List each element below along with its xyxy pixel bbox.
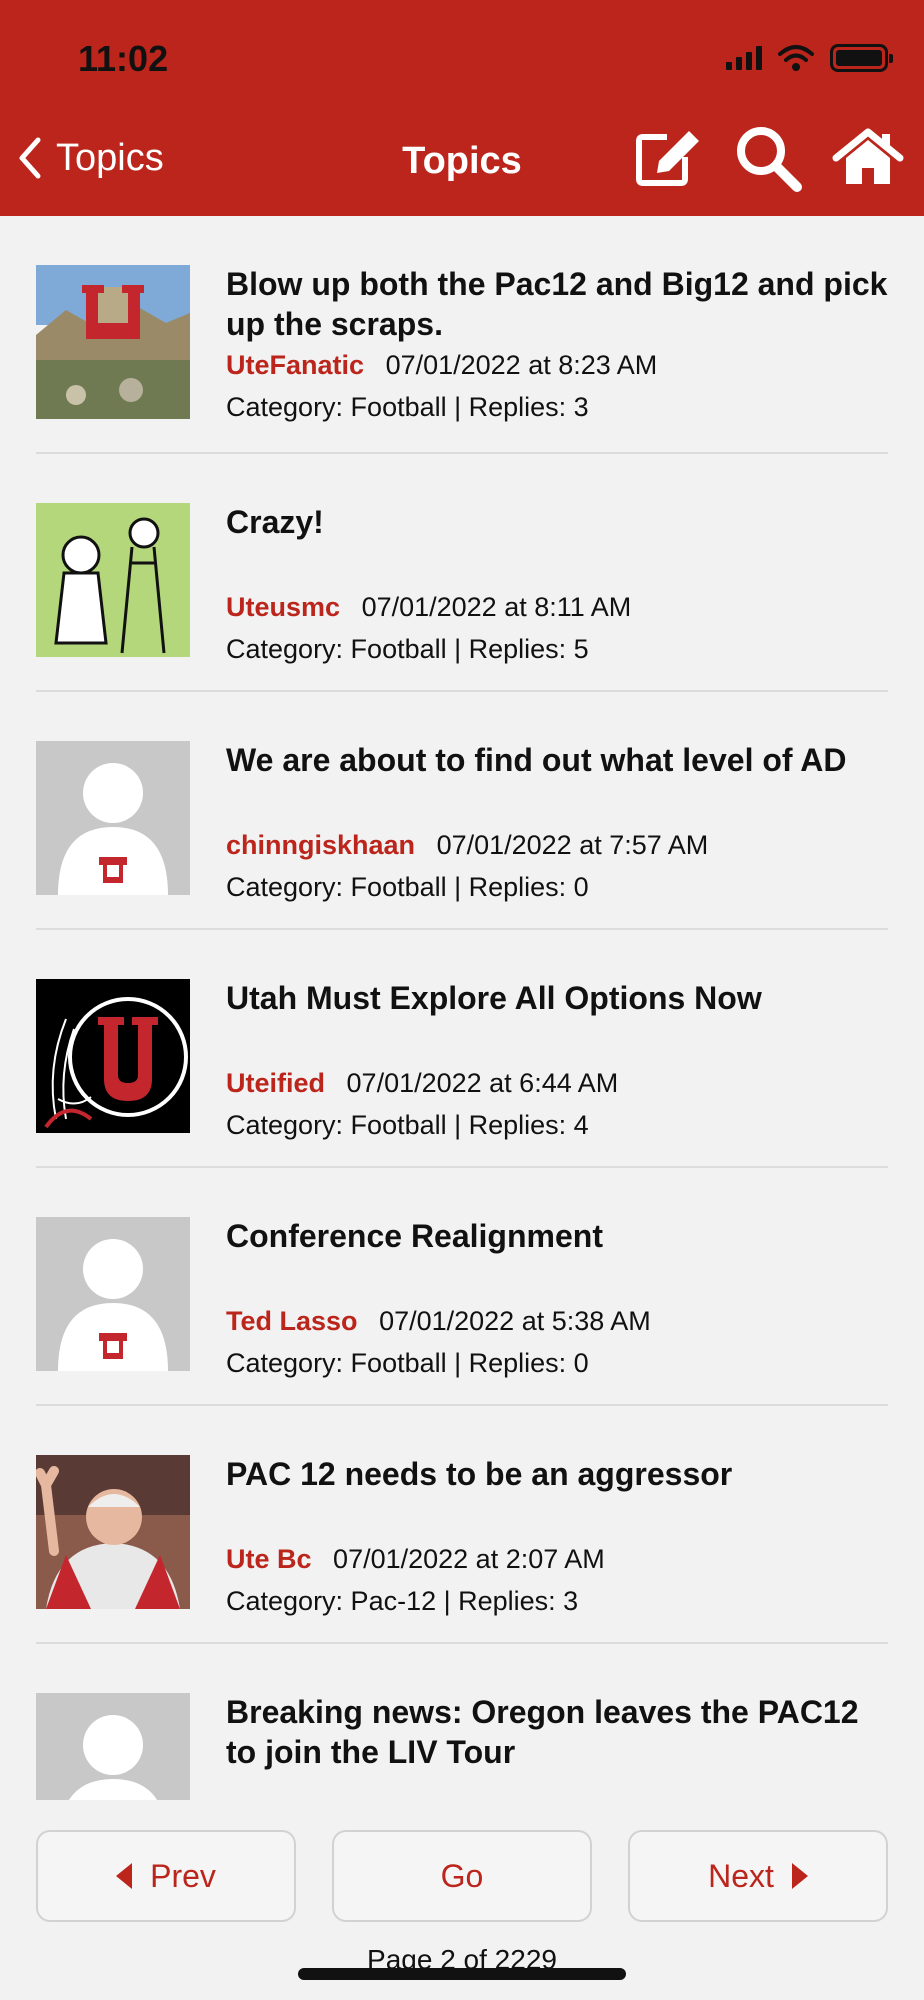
topic-date: 07/01/2022 at 7:57 AM	[436, 830, 709, 860]
search-icon	[737, 127, 802, 192]
avatar	[36, 503, 190, 657]
cellular-signal-icon	[726, 46, 762, 70]
go-button[interactable]: Go	[332, 1830, 592, 1922]
wifi-icon	[778, 45, 814, 71]
topic-author[interactable]: Ted Lasso	[226, 1306, 358, 1336]
topic-info: Category: Football | Replies: 0	[226, 1348, 589, 1378]
topic-info: Category: Football | Replies: 0	[226, 872, 589, 902]
nav-header: 11:02 Topics Topics	[0, 0, 924, 216]
topic-row[interactable]: Breaking news: Oregon leaves the PAC12 t…	[36, 1644, 888, 1800]
next-label: Next	[708, 1857, 774, 1894]
home-button[interactable]	[832, 122, 904, 194]
prev-button[interactable]: Prev	[36, 1830, 296, 1922]
topic-info: Category: Football | Replies: 3	[226, 392, 589, 422]
topic-author[interactable]: Uteusmc	[226, 592, 340, 622]
topic-date: 07/01/2022 at 5:38 AM	[379, 1306, 651, 1336]
topic-info: Category: Football | Replies: 5	[226, 634, 589, 664]
avatar	[36, 265, 190, 419]
topic-info: Category: Pac-12 | Replies: 3	[226, 1586, 579, 1616]
status-icons	[726, 44, 893, 72]
status-time: 11:02	[78, 38, 169, 79]
topic-date: 07/01/2022 at 8:11 AM	[361, 592, 632, 622]
go-label: Go	[440, 1857, 484, 1894]
topic-date: 07/01/2022 at 2:07 AM	[333, 1544, 605, 1574]
triangle-left-icon	[116, 1863, 133, 1889]
topic-date: 07/01/2022 at 8:23 AM	[385, 350, 658, 380]
compose-icon	[636, 131, 699, 186]
topic-title[interactable]: Breaking news: Oregon leaves the PAC12 t…	[226, 1692, 888, 1772]
topic-author[interactable]: Uteified	[226, 1068, 325, 1098]
compose-button[interactable]	[632, 122, 704, 194]
back-button[interactable]: Topics	[18, 136, 164, 180]
topic-row[interactable]: Crazy! Uteusmc 07/01/2022 at 8:11 AM Cat…	[36, 454, 888, 692]
battery-icon	[830, 44, 893, 72]
topic-row[interactable]: PAC 12 needs to be an aggressor Ute Bc 0…	[36, 1406, 888, 1644]
avatar	[36, 1455, 190, 1609]
topic-title[interactable]: Conference Realignment	[226, 1216, 888, 1256]
topic-title[interactable]: Blow up both the Pac12 and Big12 and pic…	[226, 264, 888, 344]
topic-row[interactable]: We are about to find out what level of A…	[36, 692, 888, 930]
avatar	[36, 979, 190, 1133]
avatar	[36, 1693, 190, 1800]
topic-info: Category: Football | Replies: 4	[226, 1110, 589, 1140]
topic-list[interactable]: Blow up both the Pac12 and Big12 and pic…	[0, 216, 924, 1800]
topic-author[interactable]: Ute Bc	[226, 1544, 312, 1574]
topic-title[interactable]: Crazy!	[226, 502, 888, 542]
topic-title[interactable]: PAC 12 needs to be an aggressor	[226, 1454, 888, 1494]
topic-title[interactable]: We are about to find out what level of A…	[226, 740, 888, 780]
topic-row[interactable]: Utah Must Explore All Options Now Uteifi…	[36, 930, 888, 1168]
topic-author[interactable]: UteFanatic	[226, 350, 364, 380]
topic-row[interactable]: Blow up both the Pac12 and Big12 and pic…	[36, 216, 888, 454]
next-button[interactable]: Next	[628, 1830, 888, 1922]
triangle-right-icon	[791, 1863, 808, 1889]
topic-date: 07/01/2022 at 6:44 AM	[346, 1068, 619, 1098]
topic-title[interactable]: Utah Must Explore All Options Now	[226, 978, 888, 1018]
prev-label: Prev	[150, 1857, 216, 1894]
search-button[interactable]	[732, 122, 804, 194]
home-indicator	[298, 1968, 626, 1980]
chevron-left-icon	[19, 137, 41, 179]
topic-row[interactable]: Conference Realignment Ted Lasso 07/01/2…	[36, 1168, 888, 1406]
avatar	[36, 1217, 190, 1371]
home-icon	[832, 128, 904, 184]
back-label: Topics	[56, 136, 164, 179]
topic-author[interactable]: chinngiskhaan	[226, 830, 415, 860]
avatar	[36, 741, 190, 895]
